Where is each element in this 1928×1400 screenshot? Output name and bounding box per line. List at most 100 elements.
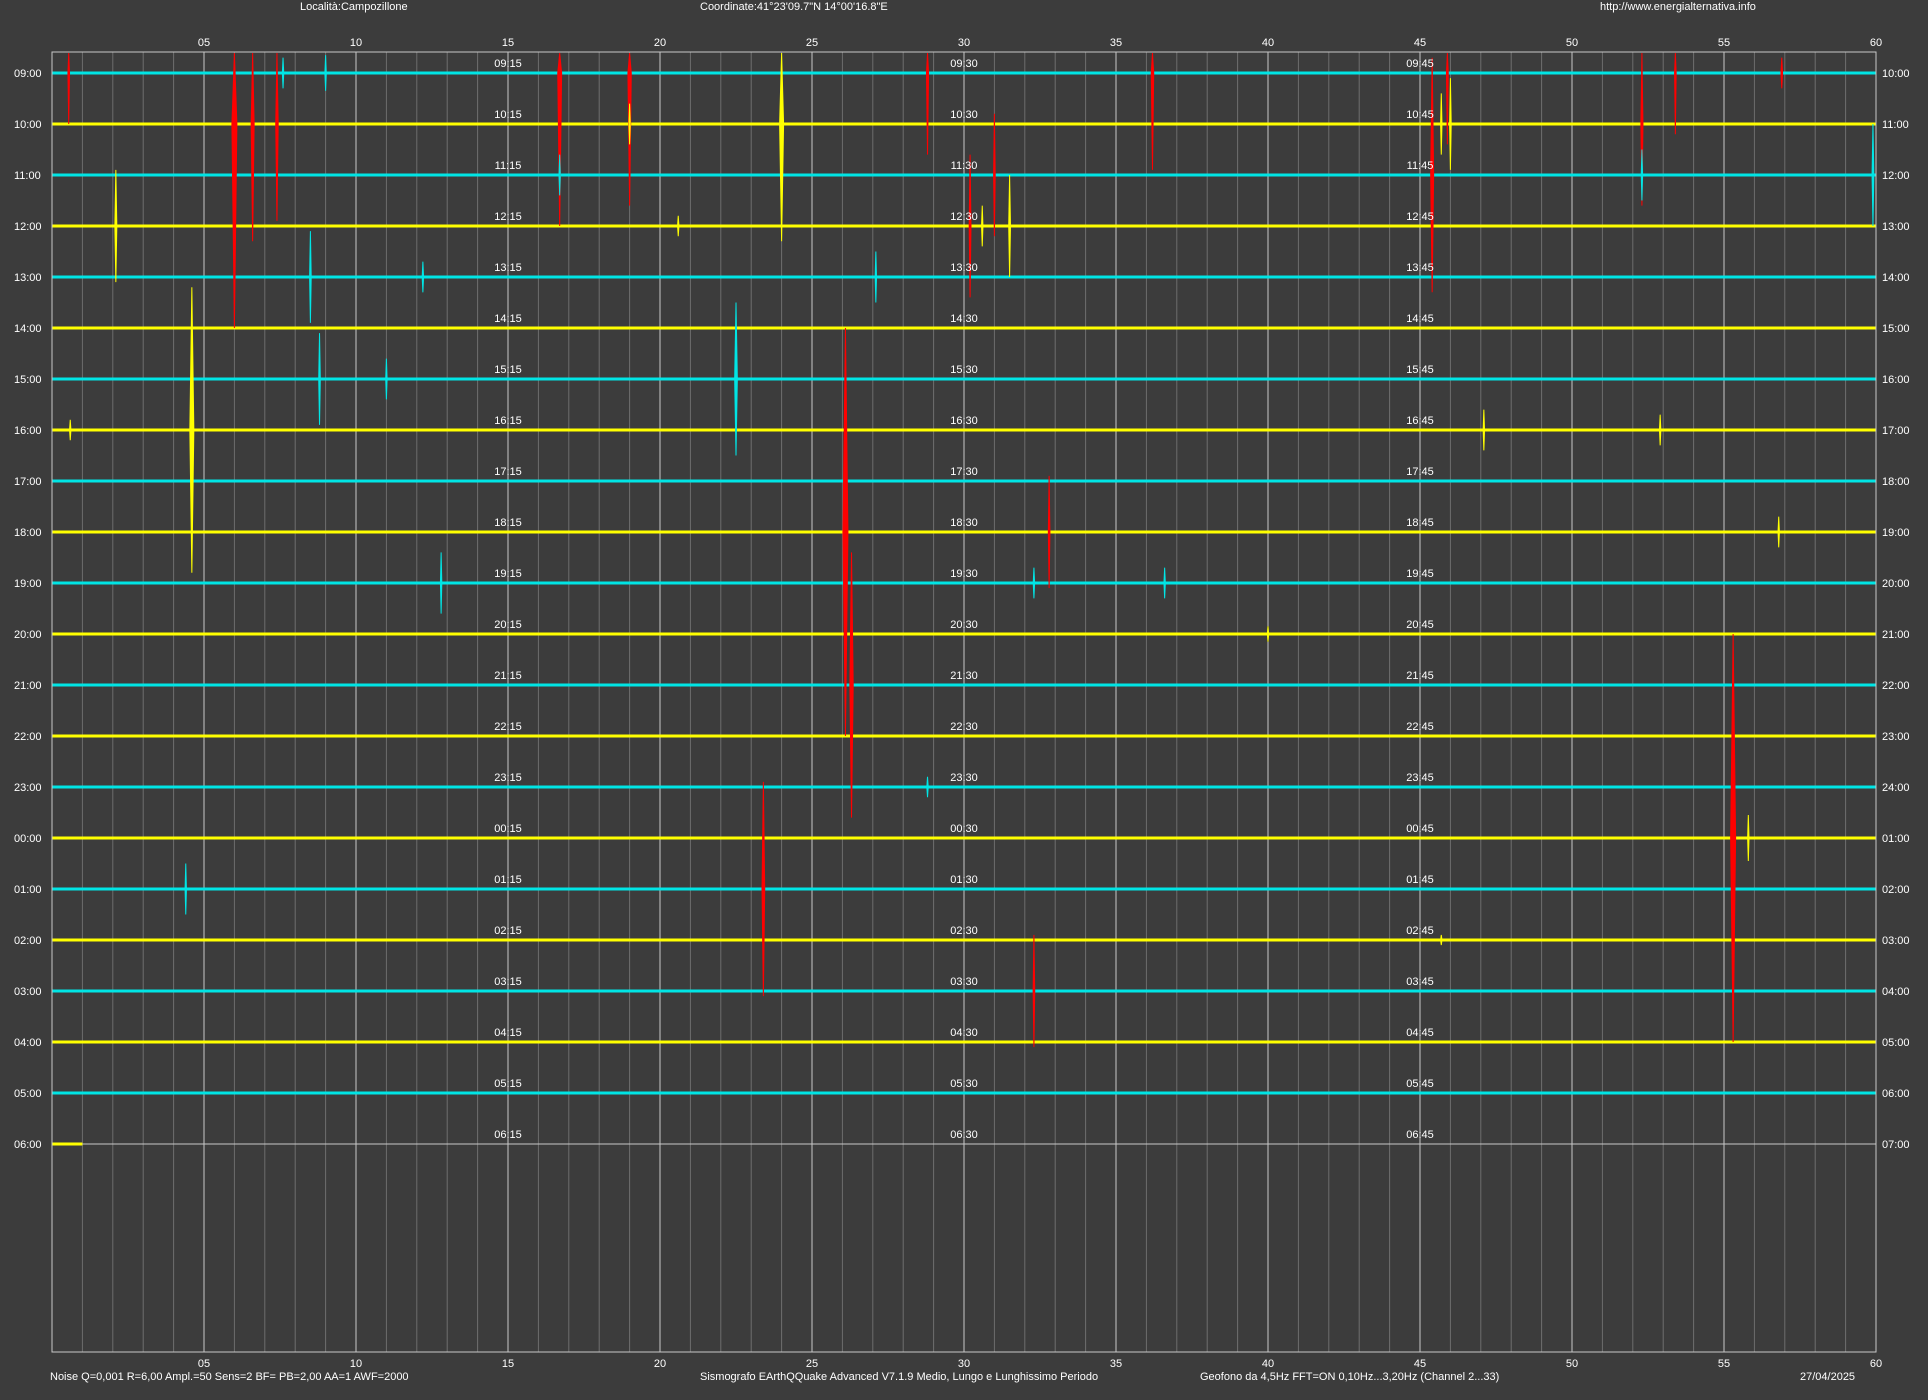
sensor-label: Geofono da 4,5Hz FFT=ON 0,10Hz...3,20Hz … <box>1200 1371 1500 1383</box>
seismic-event-spike <box>779 52 785 242</box>
seismic-event-spike <box>1440 934 1443 946</box>
row-time-label-right: 21:00 <box>1882 629 1910 641</box>
quarter-label-15: 15:15 <box>494 364 522 376</box>
row-time-label-right: 03:00 <box>1882 935 1910 947</box>
row-time-label-right: 19:00 <box>1882 527 1910 539</box>
quarter-label-45: 01:45 <box>1406 874 1434 886</box>
quarter-label-15: 02:15 <box>494 925 522 937</box>
quarter-label-45: 05:45 <box>1406 1078 1434 1090</box>
row-time-label-right: 13:00 <box>1882 221 1910 233</box>
row-time-label-left: 09:00 <box>14 68 42 80</box>
row-time-label-left: 11:00 <box>14 170 41 182</box>
row-time-label-right: 22:00 <box>1882 680 1910 692</box>
x-tick-label-top: 30 <box>958 37 970 49</box>
row-time-label-left: 03:00 <box>14 986 42 998</box>
seismic-event-spike <box>993 113 996 237</box>
quarter-label-30: 17:30 <box>950 466 978 478</box>
quarter-label-45: 20:45 <box>1406 619 1434 631</box>
grid <box>81 52 1847 1352</box>
row-time-label-left: 23:00 <box>14 782 42 794</box>
quarter-label-45: 23:45 <box>1406 772 1434 784</box>
seismic-event-spike <box>1032 567 1036 599</box>
x-tick-label-top: 35 <box>1110 37 1122 49</box>
quarter-label-30: 04:30 <box>950 1027 978 1039</box>
row-time-label-left: 21:00 <box>14 680 42 692</box>
seismic-event-spike <box>1266 626 1270 642</box>
quarter-label-15: 01:15 <box>494 874 522 886</box>
quarter-label-45: 22:45 <box>1406 721 1434 733</box>
quarter-label-30: 10:30 <box>950 109 978 121</box>
quarter-label-30: 03:30 <box>950 976 978 988</box>
quarter-label-15: 21:15 <box>494 670 522 682</box>
quarter-label-45: 19:45 <box>1406 568 1434 580</box>
x-tick-label-bottom: 45 <box>1414 1358 1426 1370</box>
quarter-label-30: 22:30 <box>950 721 978 733</box>
row-time-label-right: 14:00 <box>1882 272 1910 284</box>
quarter-label-15: 03:15 <box>494 976 522 988</box>
seismic-event-spike <box>1674 52 1677 135</box>
quarter-label-45: 21:45 <box>1406 670 1434 682</box>
seismic-event-spike <box>1747 815 1750 861</box>
row-time-label-right: 23:00 <box>1882 731 1910 743</box>
seismic-event-spike <box>677 215 680 237</box>
row-time-label-right: 04:00 <box>1882 986 1910 998</box>
quarter-label-30: 16:30 <box>950 415 978 427</box>
quarter-label-15: 09:15 <box>494 58 522 70</box>
quarter-label-15: 23:15 <box>494 772 522 784</box>
settings-label: Noise Q=0,001 R=6,00 Ampl.=50 Sens=2 BF=… <box>50 1371 409 1383</box>
quarter-label-30: 06:30 <box>950 1129 978 1141</box>
quarter-label-15: 18:15 <box>494 517 522 529</box>
quarter-label-15: 11:15 <box>495 160 522 172</box>
quarter-label-45: 17:45 <box>1406 466 1434 478</box>
quarter-label-15: 16:15 <box>494 415 522 427</box>
quarter-label-45: 12:45 <box>1406 211 1434 223</box>
seismic-event-spike <box>1008 174 1012 278</box>
seismic-event-spike <box>421 261 425 293</box>
quarter-label-30: 13:30 <box>950 262 978 274</box>
seismic-event-spike <box>114 169 118 283</box>
row-time-label-left: 19:00 <box>14 578 42 590</box>
x-tick-label-top: 25 <box>806 37 818 49</box>
seismic-event-spike <box>558 154 561 196</box>
row-time-label-left: 17:00 <box>14 476 42 488</box>
row-time-label-left: 06:00 <box>14 1139 42 1151</box>
row-time-label-right: 24:00 <box>1882 782 1910 794</box>
row-time-label-right: 15:00 <box>1882 323 1910 335</box>
quarter-label-45: 13:45 <box>1406 262 1434 274</box>
quarter-label-15: 14:15 <box>494 313 522 325</box>
seismic-event-spike <box>628 103 631 145</box>
x-tick-label-bottom: 25 <box>806 1358 818 1370</box>
seismic-event-spike <box>1777 516 1780 548</box>
seismic-event-spike <box>1780 57 1784 89</box>
quarter-label-15: 06:15 <box>494 1129 522 1141</box>
quarter-label-45: 10:45 <box>1406 109 1434 121</box>
quarter-label-30: 15:30 <box>950 364 978 376</box>
x-tick-label-top: 60 <box>1870 37 1882 49</box>
row-time-label-right: 18:00 <box>1882 476 1910 488</box>
quarter-label-15: 10:15 <box>494 109 522 121</box>
quarter-label-15: 20:15 <box>494 619 522 631</box>
row-time-label-left: 00:00 <box>14 833 42 845</box>
quarter-label-30: 18:30 <box>950 517 978 529</box>
quarter-label-15: 19:15 <box>494 568 522 580</box>
seismic-event-spike <box>439 552 443 614</box>
quarter-label-45: 14:45 <box>1406 313 1434 325</box>
axis-labels: 05 05 10 10 15 15 20 20 25 25 30 30 35 35 40 40 45 45 50 50… <box>14 37 1910 1370</box>
seismic-event-spike <box>1163 567 1166 599</box>
quarter-label-45: 09:45 <box>1406 58 1434 70</box>
x-tick-label-bottom: 20 <box>654 1358 666 1370</box>
x-tick-label-top: 45 <box>1414 37 1426 49</box>
row-time-label-left: 04:00 <box>14 1037 42 1049</box>
seismic-event-spike <box>250 52 255 242</box>
row-time-label-right: 05:00 <box>1882 1037 1910 1049</box>
row-time-label-left: 10:00 <box>14 119 42 131</box>
row-time-label-right: 16:00 <box>1882 374 1910 386</box>
quarter-label-30: 05:30 <box>950 1078 978 1090</box>
row-time-label-right: 07:00 <box>1882 1139 1910 1151</box>
seismic-event-spike <box>874 251 878 303</box>
quarter-label-45: 18:45 <box>1406 517 1434 529</box>
row-time-label-right: 06:00 <box>1882 1088 1910 1100</box>
seismic-event-spike <box>968 154 972 298</box>
quarter-label-45: 06:45 <box>1406 1129 1434 1141</box>
quarter-label-30: 12:30 <box>950 211 978 223</box>
